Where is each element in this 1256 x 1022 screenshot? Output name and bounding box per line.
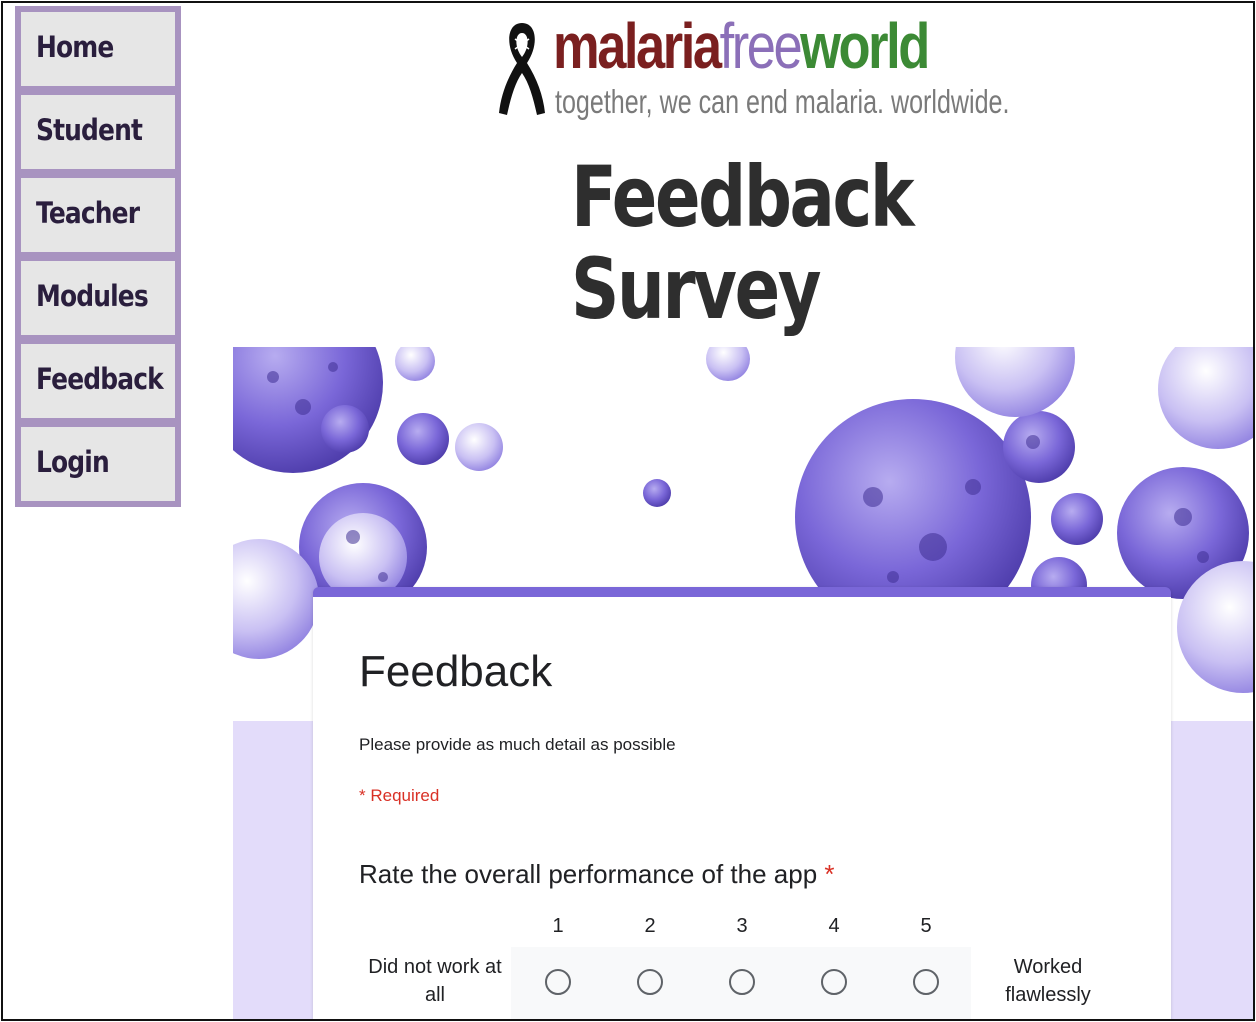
form-title: Feedback xyxy=(359,647,553,696)
question-title: Rate the overall performance of the app … xyxy=(359,859,835,890)
nav-student[interactable]: Student xyxy=(18,92,178,172)
ribbon-mosquito-icon xyxy=(499,23,545,115)
radio-option-1[interactable] xyxy=(545,969,571,995)
logo-word-free: free xyxy=(719,10,803,82)
nav-home[interactable]: Home xyxy=(18,9,178,89)
google-form-embed: Feedback Please provide as much detail a… xyxy=(233,347,1253,1019)
nav-teacher-label: Teacher xyxy=(36,196,140,230)
nav-login-label: Login xyxy=(36,445,110,479)
required-note: * Required xyxy=(359,786,440,805)
radio-option-3[interactable] xyxy=(729,969,755,995)
scale-number-5: 5 xyxy=(920,915,932,937)
nav-student-label: Student xyxy=(36,113,143,147)
form-description: Please provide as much detail as possibl… xyxy=(359,735,676,754)
scale-low-label: Did not work at all xyxy=(368,956,502,1006)
scale-number-4: 4 xyxy=(828,915,840,937)
question-text: Rate the overall performance of the app xyxy=(359,859,818,889)
scale-number-3: 3 xyxy=(736,915,748,937)
page-title: Feedback Survey xyxy=(571,151,991,335)
logo-tagline: together, we can end malaria. worldwide. xyxy=(555,83,1010,120)
nav-teacher[interactable]: Teacher xyxy=(18,175,178,255)
site-logo[interactable]: malariafreeworld together, we can end ma… xyxy=(493,9,1013,121)
form-card: Feedback Please provide as much detail a… xyxy=(313,587,1171,1019)
nav-feedback[interactable]: Feedback xyxy=(18,341,178,421)
logo-wordmark: malariafreeworld xyxy=(553,9,930,83)
required-asterisk: * xyxy=(824,859,835,889)
logo-word-malaria: malaria xyxy=(553,10,722,82)
nav-modules-label: Modules xyxy=(36,279,149,313)
radio-option-5[interactable] xyxy=(913,969,939,995)
nav-login[interactable]: Login xyxy=(18,424,178,504)
radio-option-2[interactable] xyxy=(637,969,663,995)
linear-scale-options xyxy=(511,947,971,1019)
scale-number-1: 1 xyxy=(552,915,564,937)
page-title-line2: Survey xyxy=(571,240,822,338)
page-title-line1: Feedback xyxy=(571,148,915,246)
page-frame: Home Student Teacher Modules Feedback Lo… xyxy=(1,1,1255,1021)
logo-word-world: world xyxy=(800,10,930,82)
radio-option-4[interactable] xyxy=(821,969,847,995)
scale-high-label: Worked flawlessly xyxy=(1005,956,1091,1006)
nav-home-label: Home xyxy=(36,30,114,64)
nav-modules[interactable]: Modules xyxy=(18,258,178,338)
sidebar-nav: Home Student Teacher Modules Feedback Lo… xyxy=(15,6,181,507)
nav-feedback-label: Feedback xyxy=(36,362,164,396)
scale-number-2: 2 xyxy=(644,915,656,937)
